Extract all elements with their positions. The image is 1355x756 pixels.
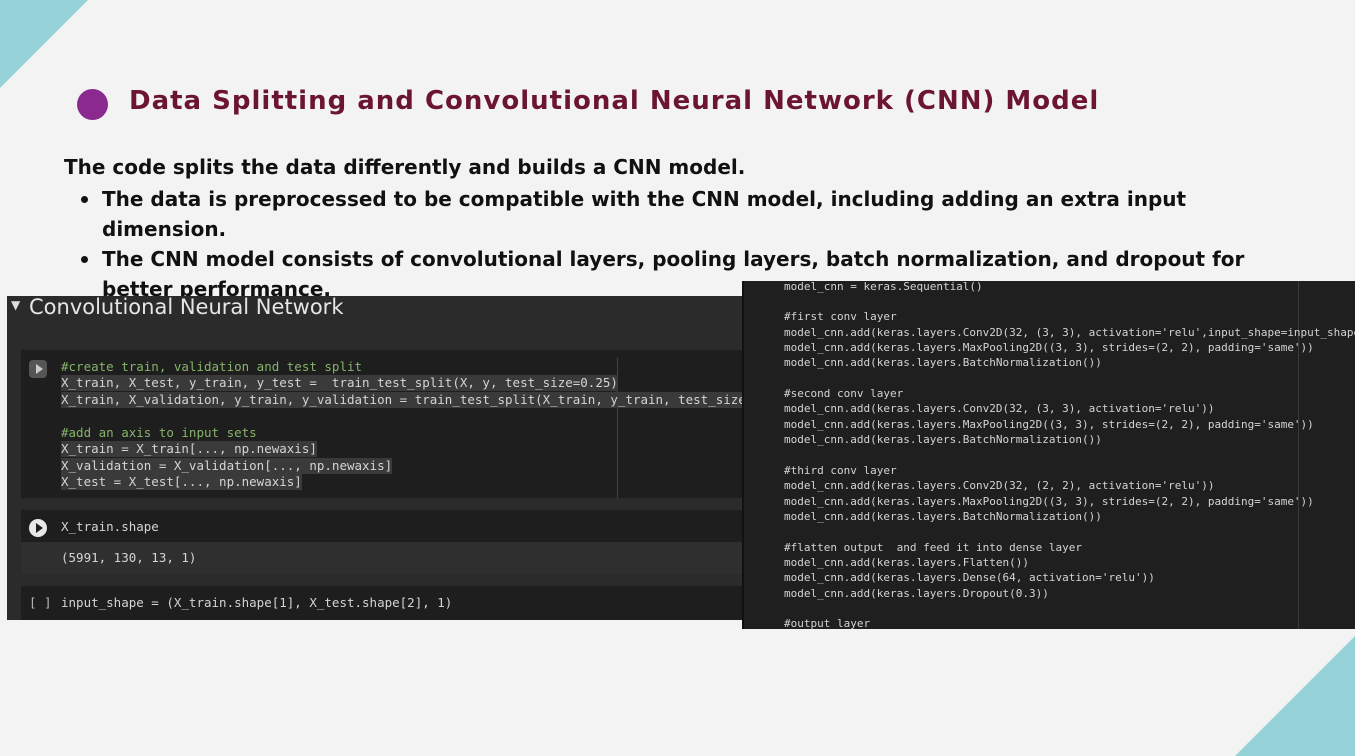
code-line: #output layer — [784, 617, 871, 629]
corner-decoration-top-left — [0, 0, 88, 88]
intro-text: The code splits the data differently and… — [64, 155, 746, 179]
section-header[interactable]: ▼ Convolutional Neural Network — [7, 296, 743, 320]
code-line: model_cnn.add(keras.layers.Conv2D(32, (2… — [784, 479, 1215, 492]
code-line: #first conv layer — [784, 310, 897, 323]
code-line: #create train, validation and test split — [61, 359, 363, 374]
code-cell-shape[interactable]: X_train.shape (5991, 130, 13, 1) — [21, 510, 743, 574]
code-line: input_shape = (X_train.shape[1], X_test.… — [61, 595, 453, 610]
play-icon[interactable] — [29, 519, 47, 537]
notebook-screenshot: ▼ Convolutional Neural Network #create t… — [7, 296, 743, 620]
code-cell-split[interactable]: #create train, validation and test split… — [21, 350, 743, 498]
code-line: #third conv layer — [784, 464, 897, 477]
code-line: model_cnn.add(keras.layers.Conv2D(32, (3… — [784, 402, 1215, 415]
code-line: X_train = X_train[..., np.newaxis] — [61, 441, 317, 457]
code-line: model_cnn.add(keras.layers.BatchNormaliz… — [784, 433, 1102, 446]
code-line: #add an axis to input sets — [61, 425, 257, 440]
output-text: (5991, 130, 13, 1) — [61, 550, 197, 565]
code-line: model_cnn.add(keras.layers.Conv2D(32, (3… — [784, 326, 1355, 339]
code-line: X_train.shape — [61, 519, 159, 534]
code-line: #flatten output and feed it into dense l… — [784, 541, 1083, 554]
title-bullet-dot — [77, 89, 108, 120]
code-line: model_cnn.add(keras.layers.Dropout(0.3)) — [784, 587, 1049, 600]
code-line: model_cnn.add(keras.layers.BatchNormaliz… — [784, 510, 1102, 523]
run-cell-icon[interactable] — [29, 360, 47, 378]
code-line: X_validation = X_validation[..., np.newa… — [61, 458, 393, 474]
cell-prompt[interactable]: [ ] — [29, 595, 52, 611]
code-line: model_cnn.add(keras.layers.MaxPooling2D(… — [784, 418, 1314, 431]
code-line: X_test = X_test[..., np.newaxis] — [61, 474, 302, 490]
editor-gutter — [744, 281, 774, 629]
code-cell-input-shape[interactable]: [ ] input_shape = (X_train.shape[1], X_t… — [21, 586, 743, 620]
corner-decoration-bottom-right — [1235, 636, 1355, 756]
code-line: model_cnn.add(keras.layers.Flatten()) — [784, 556, 1030, 569]
code-line: model_cnn.add(keras.layers.Dense(64, act… — [784, 571, 1155, 584]
chevron-down-icon[interactable]: ▼ — [11, 298, 20, 312]
code-line: model_cnn.add(keras.layers.MaxPooling2D(… — [784, 495, 1314, 508]
slide-title: Data Splitting and Convolutional Neural … — [129, 86, 1100, 116]
code-line: model_cnn = keras.Sequential() — [784, 281, 983, 293]
code-line: X_train, X_test, y_train, y_test = train… — [61, 375, 618, 391]
cell-output: (5991, 130, 13, 1) — [21, 542, 743, 574]
bullet-item: The data is preprocessed to be compatibl… — [64, 184, 1304, 244]
section-title: Convolutional Neural Network — [29, 296, 344, 319]
code-line: #second conv layer — [784, 387, 904, 400]
code-line: model_cnn.add(keras.layers.BatchNormaliz… — [784, 356, 1102, 369]
editor-screenshot: model_cnn = keras.Sequential() #first co… — [742, 281, 1355, 629]
code-line: model_cnn.add(keras.layers.MaxPooling2D(… — [784, 341, 1314, 354]
code-line: X_train, X_validation, y_train, y_valida… — [61, 392, 743, 408]
